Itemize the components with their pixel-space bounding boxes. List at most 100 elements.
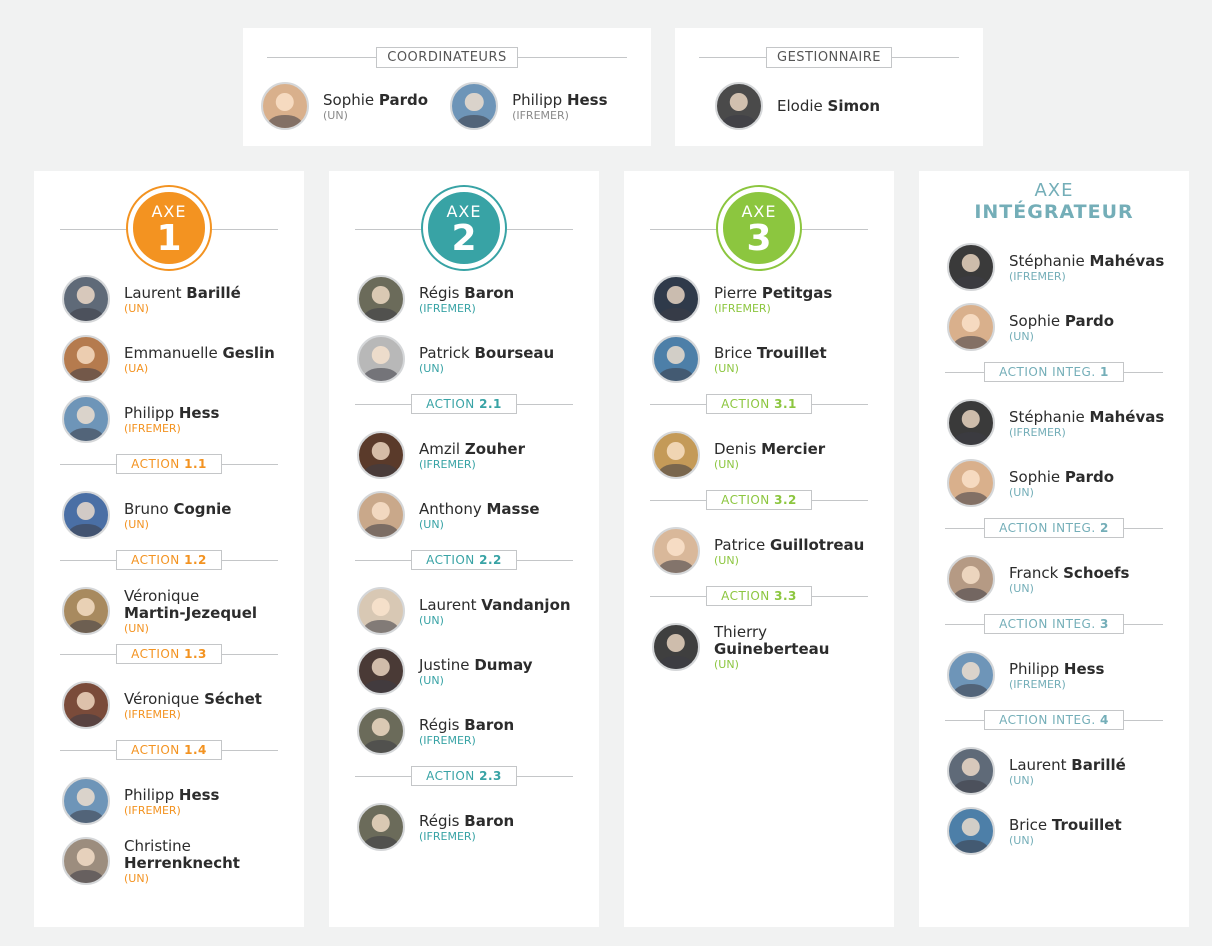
avatar bbox=[62, 491, 110, 539]
last-name: Simon bbox=[827, 97, 881, 115]
last-name: Herrenknecht bbox=[124, 853, 240, 872]
action-number: 1.4 bbox=[184, 743, 207, 757]
last-name: Vandanjon bbox=[481, 595, 571, 614]
avatar bbox=[715, 82, 763, 130]
action-label: ACTION 1.3 bbox=[116, 644, 222, 664]
organization: (IFREMER) bbox=[419, 457, 476, 471]
organization: (IFREMER) bbox=[419, 733, 476, 747]
gestionnaire-list: Elodie Simon bbox=[675, 80, 983, 132]
avatar bbox=[652, 527, 700, 575]
axe-2-badge: AXE 2 bbox=[423, 187, 505, 269]
action-2-2-heading: ACTION 2.2 bbox=[329, 549, 599, 571]
organization: (IFREMER) bbox=[124, 421, 181, 435]
action-3-2-heading: ACTION 3.2 bbox=[624, 489, 894, 511]
organization: (UN) bbox=[124, 621, 149, 635]
organization: (UN) bbox=[124, 517, 149, 531]
person-card: Christine Herrenknecht (UN) bbox=[62, 835, 304, 887]
organization: (IFREMER) bbox=[1009, 269, 1066, 283]
action-1-1-heading: ACTION 1.1 bbox=[34, 453, 304, 475]
last-name: Masse bbox=[486, 499, 540, 518]
first-name: Philipp bbox=[512, 90, 563, 109]
action-number: 3.1 bbox=[774, 397, 797, 411]
person-card: Anthony Masse (UN) bbox=[357, 489, 599, 541]
person-card: Laurent Vandanjon (UN) bbox=[357, 585, 599, 637]
action-integ-1-heading: ACTION INTEG. 1 bbox=[919, 361, 1189, 383]
action-word: ACTION bbox=[721, 493, 770, 507]
badge-word: AXE bbox=[741, 202, 777, 221]
action-number: 1 bbox=[1100, 365, 1109, 379]
action-word: ACTION bbox=[426, 397, 475, 411]
organization: (IFREMER) bbox=[419, 829, 476, 843]
last-name: Bourseau bbox=[474, 343, 555, 362]
last-name: Cognie bbox=[173, 499, 232, 518]
title-word: AXE bbox=[1034, 180, 1074, 201]
person-card: Véronique Martin-Jezequel (UN) bbox=[62, 585, 304, 637]
organization: (UN) bbox=[323, 108, 348, 122]
badge-number: 2 bbox=[451, 218, 477, 259]
first-name: Anthony bbox=[419, 499, 482, 518]
badge-word: AXE bbox=[151, 202, 187, 221]
organization: (UN) bbox=[1009, 485, 1034, 499]
axe-3-column: AXE 3 Pierre Petitgas (IFREMER) Brice Tro… bbox=[624, 171, 894, 927]
first-name: Véronique bbox=[124, 689, 200, 708]
last-name: Trouillet bbox=[1051, 815, 1122, 834]
person-card: Brice Trouillet (UN) bbox=[947, 805, 1189, 857]
action-number: 1.2 bbox=[184, 553, 207, 567]
action-label: ACTION 2.1 bbox=[411, 394, 517, 414]
avatar bbox=[261, 82, 309, 130]
last-name: Hess bbox=[178, 785, 220, 804]
coordinateurs-panel: COORDINATEURS Sophie Pardo (UN) Philipp … bbox=[243, 28, 651, 146]
organization: (UN) bbox=[1009, 329, 1034, 343]
axe-2-badge-row: AXE 2 bbox=[329, 187, 599, 273]
organization: (UN) bbox=[419, 361, 444, 375]
action-word: ACTION bbox=[131, 553, 180, 567]
coordinateurs-label: COORDINATEURS bbox=[376, 46, 518, 68]
last-name: Schoefs bbox=[1063, 563, 1130, 582]
last-name: Guillotreau bbox=[770, 535, 865, 554]
last-name: Mercier bbox=[761, 439, 826, 458]
action-1-4-heading: ACTION 1.4 bbox=[34, 739, 304, 761]
first-name: Philipp bbox=[124, 403, 179, 422]
person-card: Brice Trouillet (UN) bbox=[652, 333, 894, 385]
person-card: Justine Dumay (UN) bbox=[357, 645, 599, 697]
action-label: ACTION 1.2 bbox=[116, 550, 222, 570]
action-2-1-heading: ACTION 2.1 bbox=[329, 393, 599, 415]
axe-integrateur-title: AXE INTÉGRATEUR bbox=[919, 171, 1189, 241]
person-card: Stéphanie Mahévas (IFREMER) bbox=[947, 241, 1189, 293]
last-name: Baron bbox=[464, 811, 515, 830]
person-card: Régis Baron (IFREMER) bbox=[357, 705, 599, 757]
first-name: Sophie bbox=[1009, 467, 1061, 486]
coordinateurs-list: Sophie Pardo (UN) Philipp Hess (IFREMER) bbox=[243, 80, 651, 132]
organization: (UN) bbox=[714, 457, 739, 471]
first-name: Stéphanie bbox=[1009, 407, 1085, 426]
axe-2-leads: Régis Baron (IFREMER) Patrick Bourseau (UN… bbox=[329, 273, 599, 385]
avatar bbox=[357, 491, 405, 539]
action-label: ACTION 1.4 bbox=[116, 740, 222, 760]
avatar bbox=[652, 275, 700, 323]
first-name: Bruno bbox=[124, 499, 169, 518]
person-card: Sophie Pardo (UN) bbox=[947, 301, 1189, 353]
action-label: ACTION INTEG. 3 bbox=[984, 614, 1124, 634]
avatar bbox=[62, 395, 110, 443]
action-label: ACTION INTEG. 2 bbox=[984, 518, 1124, 538]
avatar bbox=[62, 335, 110, 383]
avatar bbox=[947, 243, 995, 291]
organization: (IFREMER) bbox=[124, 803, 181, 817]
action-label: ACTION INTEG. 1 bbox=[984, 362, 1124, 382]
last-name: Mahévas bbox=[1089, 407, 1165, 426]
avatar bbox=[947, 651, 995, 699]
last-name: Barillé bbox=[186, 283, 241, 302]
action-label: ACTION 3.3 bbox=[706, 586, 812, 606]
coordinator-card: Sophie Pardo (UN) bbox=[261, 80, 428, 132]
axe-3-badge: AXE 3 bbox=[718, 187, 800, 269]
organization: (UN) bbox=[419, 517, 444, 531]
last-name: Martin-Jezequel bbox=[124, 603, 258, 622]
action-label: ACTION 2.3 bbox=[411, 766, 517, 786]
avatar bbox=[62, 275, 110, 323]
action-1-3-heading: ACTION 1.3 bbox=[34, 643, 304, 665]
first-name: Philipp bbox=[1009, 659, 1060, 678]
organization: (IFREMER) bbox=[512, 108, 569, 122]
person-card: Stéphanie Mahévas (IFREMER) bbox=[947, 397, 1189, 449]
gestionnaire-card: Elodie Simon bbox=[715, 80, 880, 132]
first-name: Régis bbox=[419, 811, 460, 830]
